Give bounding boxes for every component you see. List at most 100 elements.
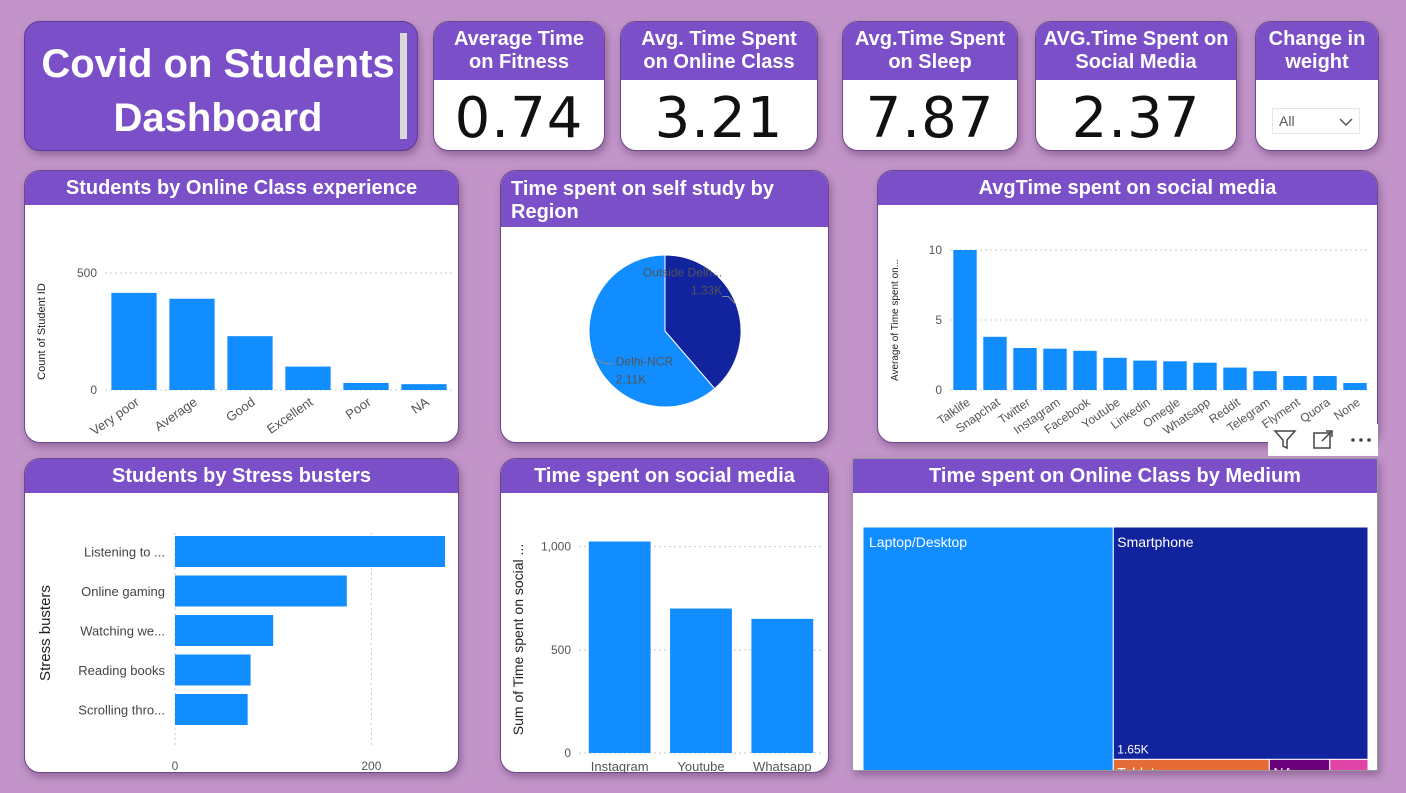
bar — [1073, 350, 1097, 390]
bar — [1193, 362, 1217, 390]
self-study-region-pie: Delhi-NCR 2.11K Outside Delh... 1.33K — [588, 254, 742, 408]
y-tick-label: 0 — [90, 383, 97, 397]
y-tick-label: Reading books — [78, 663, 165, 678]
bar — [1313, 376, 1337, 390]
x-tick-label: Poor — [343, 394, 375, 422]
chart-card-self-study-region[interactable]: Time spent on self study by Region Delhi… — [500, 170, 829, 443]
chart-title: Time spent on self study by Region — [501, 171, 828, 227]
kpi-card-sleep[interactable]: Avg.Time Spent on Sleep 7.87 — [842, 21, 1018, 151]
dropdown-value: All — [1279, 113, 1295, 129]
bar — [175, 654, 251, 686]
dashboard-subtitle: Dashboard — [113, 96, 323, 140]
kpi-value: 0.74 — [454, 86, 584, 151]
tile-label: Smartphone — [1117, 534, 1193, 550]
chevron-down-icon — [1339, 118, 1353, 127]
filter-icon[interactable] — [1272, 427, 1298, 453]
bar — [175, 575, 347, 607]
kpi-card-social-media[interactable]: AVG.Time Spent on Social Media 2.37 — [1035, 21, 1237, 151]
tile-value-label: 1.65K — [1117, 742, 1148, 756]
more-options-icon[interactable] — [1348, 427, 1374, 453]
bar — [111, 292, 157, 390]
chart-title: Students by Stress busters — [25, 459, 458, 493]
avg-social-media-chart: 0510TalklifeSnapchatTwitterInstagramFace… — [890, 243, 1370, 437]
title-divider — [400, 33, 407, 139]
x-tick-label: NA — [408, 394, 432, 417]
chart-card-stress-busters[interactable]: Students by Stress busters 0 200 Listening… — [24, 458, 459, 773]
kpi-value: 3.21 — [654, 86, 784, 151]
x-tick-label: Whatsapp — [753, 759, 812, 772]
bar — [169, 298, 215, 390]
bar — [1163, 361, 1187, 390]
tile-label: NA — [1273, 764, 1293, 770]
slice-label-name: Delhi-NCR — [616, 355, 674, 369]
y-tick-label: 0 — [935, 383, 942, 397]
y-axis-title: Stress busters — [37, 585, 54, 681]
x-tick-label: Very poor — [88, 394, 143, 439]
y-tick-label: 0 — [564, 746, 571, 760]
kpi-card-fitness[interactable]: Average Time on Fitness 0.74 — [433, 21, 605, 151]
bar — [343, 382, 389, 390]
chart-title: Time spent on Online Class by Medium — [853, 459, 1377, 493]
y-axis-title: Count of Student ID — [36, 283, 48, 380]
chart-card-online-class-medium[interactable]: Time spent on Online Class by Medium Lap… — [852, 458, 1378, 771]
bar — [1043, 348, 1067, 390]
bar — [175, 694, 248, 725]
treemap-tile — [862, 526, 1114, 770]
y-axis-title: Average of Time spent on... — [890, 259, 901, 381]
treemap-tile — [1112, 526, 1369, 760]
bar — [175, 536, 445, 567]
chart-card-online-class-experience[interactable]: Students by Online Class experience 0 500… — [24, 170, 459, 443]
tile-label: Laptop/Desktop — [869, 534, 967, 550]
kpi-label: Average Time on Fitness — [434, 22, 604, 80]
weight-slicer-card[interactable]: Change in weight All — [1255, 21, 1379, 151]
x-tick-label: 200 — [361, 759, 381, 772]
y-tick-label: Watching we... — [80, 624, 165, 639]
y-tick-label: 500 — [77, 266, 97, 280]
stress-busters-chart: 0 200 Listening to ... Online gaming Watchin… — [37, 533, 445, 772]
bar — [1133, 360, 1157, 390]
slicer-label: Change in weight — [1256, 22, 1378, 80]
bar — [1013, 348, 1037, 390]
kpi-label: AVG.Time Spent on Social Media — [1036, 22, 1236, 80]
bar — [1343, 383, 1367, 390]
dashboard-title: Covid on Students — [41, 42, 395, 86]
y-axis-title: Sum of Time spent on social ... — [510, 544, 526, 735]
visual-header — [1268, 424, 1378, 456]
kpi-value: 7.87 — [865, 86, 995, 151]
chart-card-avg-social-media[interactable]: AvgTime spent on social media 0 5 10 Talkli… — [877, 170, 1378, 443]
tile-label: Tablet — [1117, 764, 1154, 770]
bar — [1223, 367, 1247, 390]
x-tick-label: Excellent — [264, 394, 316, 437]
kpi-label: Avg.Time Spent on Sleep — [843, 22, 1017, 80]
x-tick-label: None — [1331, 395, 1363, 423]
weight-dropdown[interactable]: All — [1272, 108, 1360, 134]
dashboard-title-card: Covid on Students Dashboard — [24, 21, 418, 151]
bar — [953, 250, 977, 390]
social-media-sum-chart: 05001,000InstagramYoutubeWhatsappSocial … — [510, 540, 823, 772]
slice-label-name: Outside Delh... — [643, 265, 722, 279]
online-class-experience-chart: 0500Very poorAverageGoodExcellentPoorNAO… — [36, 266, 453, 439]
y-tick-label: 1,000 — [541, 540, 571, 554]
kpi-value: 2.37 — [1071, 86, 1201, 151]
y-tick-label: Online gaming — [81, 584, 165, 599]
treemap-tile — [1329, 758, 1369, 770]
online-class-medium-treemap: Laptop/Desktop1.87KSmartphone1.65KTablet… — [862, 526, 1369, 770]
bar — [227, 336, 273, 390]
y-tick-label: 500 — [551, 643, 571, 657]
focus-mode-icon[interactable] — [1310, 427, 1336, 453]
chart-title: Students by Online Class experience — [25, 171, 458, 205]
x-tick-label: Quora — [1297, 395, 1333, 426]
chart-title: AvgTime spent on social media — [878, 171, 1377, 205]
chart-title: Time spent on social media — [501, 459, 828, 493]
x-tick-label: Instagram — [591, 759, 649, 772]
kpi-card-online-class[interactable]: Avg. Time Spent on Online Class 3.21 — [620, 21, 818, 151]
bar — [1103, 357, 1127, 390]
bar — [1253, 371, 1277, 390]
kpi-label: Avg. Time Spent on Online Class — [621, 22, 817, 80]
y-tick-label: Scrolling thro... — [78, 703, 165, 718]
x-tick-label: Average — [152, 394, 200, 434]
slice-value-label: 2.11K — [616, 373, 646, 387]
chart-card-social-media-sum[interactable]: Time spent on social media 0 500 1,000 Inst… — [500, 458, 829, 773]
x-tick-label: Youtube — [677, 759, 724, 772]
x-tick-label: 0 — [172, 759, 179, 772]
